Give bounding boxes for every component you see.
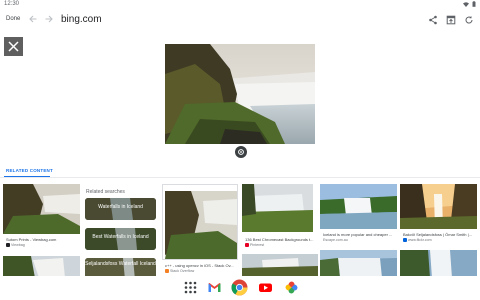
- visual-search-button[interactable]: [235, 146, 247, 158]
- main-waterfall-image[interactable]: [165, 44, 315, 144]
- lens-icon: [238, 149, 244, 155]
- status-time: 12:30: [4, 1, 20, 7]
- card-source-label: Pinterest: [250, 243, 265, 247]
- refresh-icon[interactable]: [464, 15, 474, 25]
- card-source-label: www.flickr.com: [408, 238, 432, 242]
- wifi-icon: [463, 1, 469, 7]
- related-image-card[interactable]: [3, 184, 80, 234]
- related-image-card[interactable]: [162, 184, 238, 260]
- close-button[interactable]: [4, 37, 23, 56]
- app-drawer-icon[interactable]: [183, 280, 198, 295]
- related-search-chip[interactable]: Best Waterfalls in Iceland: [85, 228, 156, 250]
- related-image-card[interactable]: [400, 184, 477, 229]
- source-favicon-icon: [6, 243, 10, 247]
- related-image-card[interactable]: [3, 256, 80, 278]
- back-arrow-icon[interactable]: [28, 14, 38, 24]
- card-source-label: Viewbag: [11, 243, 25, 247]
- related-search-label: Best Waterfalls in Iceland: [92, 234, 149, 240]
- related-search-label: Waterfalls in Iceland: [98, 204, 143, 210]
- card-source: Stack Overflow: [165, 269, 194, 273]
- url-text[interactable]: bing.com: [61, 14, 102, 25]
- related-image-card[interactable]: [320, 184, 397, 229]
- tab-related-content[interactable]: RELATED CONTENT: [6, 168, 53, 173]
- card-caption: c++ - using opencv in iOS - Stack Ov...: [165, 263, 234, 268]
- battery-icon: [472, 1, 476, 7]
- card-source: www.flickr.com: [403, 238, 432, 242]
- card-source-label: Escape.com.au: [323, 238, 348, 242]
- status-bar: 12:30: [0, 0, 480, 10]
- done-button[interactable]: Done: [6, 16, 20, 22]
- related-searches-title: Related searches: [86, 189, 125, 195]
- youtube-icon[interactable]: [258, 280, 273, 295]
- related-image-card[interactable]: [400, 250, 477, 278]
- related-image-card[interactable]: [242, 184, 313, 232]
- close-icon: [8, 41, 19, 52]
- google-photos-icon[interactable]: [284, 280, 299, 295]
- related-search-label: Seljalandsfoss Waterfall Iceland: [85, 261, 156, 267]
- browser-toolbar: Done bing.com: [0, 10, 480, 32]
- open-in-browser-icon[interactable]: [446, 15, 456, 25]
- card-source-label: Stack Overflow: [170, 269, 195, 273]
- screen: 12:30 Done bing.com RELATED CONTENT Suto…: [0, 0, 480, 300]
- related-search-chip[interactable]: Waterfalls in Iceland: [85, 198, 156, 220]
- app-dock: [0, 276, 480, 300]
- share-icon[interactable]: [428, 15, 438, 25]
- card-source: Escape.com.au: [323, 238, 348, 242]
- related-image-card[interactable]: [320, 250, 397, 278]
- card-caption: 136 Best Chromecast Backgrounds t...: [245, 237, 314, 242]
- tab-divider: [0, 177, 480, 178]
- forward-arrow-icon[interactable]: [44, 14, 54, 24]
- card-source: Viewbag: [6, 243, 25, 247]
- card-caption: Sutom Prints - Viewbag.com: [6, 237, 57, 242]
- source-favicon-icon: [165, 269, 169, 273]
- card-caption: Bakvið Seljalandsfoss | Ómar Smith |...: [403, 232, 472, 237]
- chrome-icon[interactable]: [231, 279, 248, 296]
- source-favicon-icon: [245, 243, 249, 247]
- related-image-card[interactable]: [242, 254, 318, 278]
- status-icons: [463, 1, 476, 7]
- gmail-icon[interactable]: [207, 280, 222, 295]
- source-favicon-icon: [403, 238, 407, 242]
- card-caption: Iceland is more popular and cheaper ...: [323, 232, 393, 237]
- card-source: Pinterest: [245, 243, 264, 247]
